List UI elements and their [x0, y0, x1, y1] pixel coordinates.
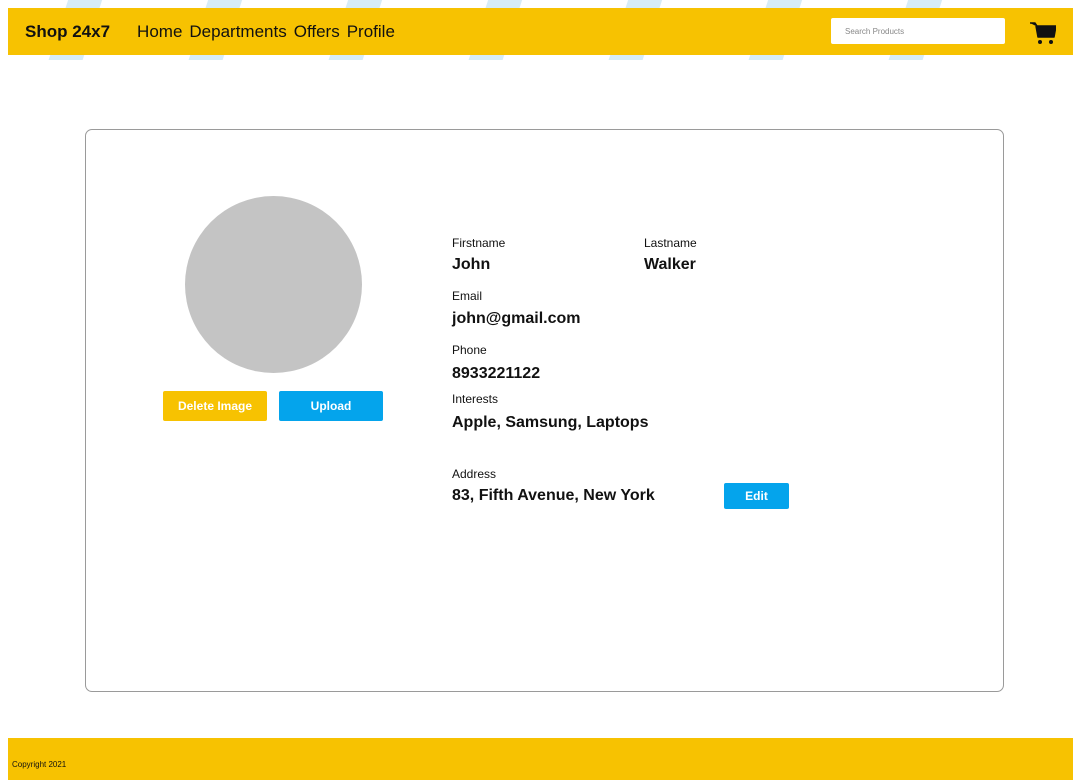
- brand-logo[interactable]: Shop 24x7: [25, 22, 110, 42]
- footer: Copyright 2021: [8, 738, 1073, 780]
- profile-card: Delete Image Upload Firstname John Lastn…: [85, 129, 1004, 692]
- interests-value: Apple, Samsung, Laptops: [452, 414, 649, 431]
- interests-label: Interests: [452, 392, 499, 406]
- delete-image-button[interactable]: Delete Image: [163, 391, 267, 421]
- firstname-value: John: [452, 256, 491, 273]
- search-input[interactable]: [831, 18, 1005, 44]
- lastname-value: Walker: [644, 256, 696, 273]
- main-nav: Home Departments Offers Profile: [137, 22, 402, 42]
- nav-home[interactable]: Home: [137, 22, 182, 42]
- address-value: 83, Fifth Avenue, New York: [452, 487, 655, 504]
- edit-button[interactable]: Edit: [724, 483, 789, 509]
- email-value: john@gmail.com: [452, 310, 581, 327]
- email-label: Email: [452, 289, 483, 303]
- nav-offers[interactable]: Offers: [294, 22, 340, 42]
- top-navbar: Shop 24x7 Home Departments Offers Profil…: [8, 8, 1073, 55]
- nav-departments[interactable]: Departments: [189, 22, 286, 42]
- phone-value: 8933221122: [452, 365, 541, 382]
- address-label: Address: [452, 467, 497, 481]
- avatar: [185, 196, 362, 373]
- upload-button[interactable]: Upload: [279, 391, 383, 421]
- nav-profile[interactable]: Profile: [347, 22, 395, 42]
- phone-label: Phone: [452, 343, 487, 357]
- copyright-text: Copyright 2021: [12, 760, 67, 769]
- firstname-label: Firstname: [452, 236, 506, 250]
- lastname-label: Lastname: [644, 236, 697, 250]
- cart-icon[interactable]: [1030, 21, 1056, 45]
